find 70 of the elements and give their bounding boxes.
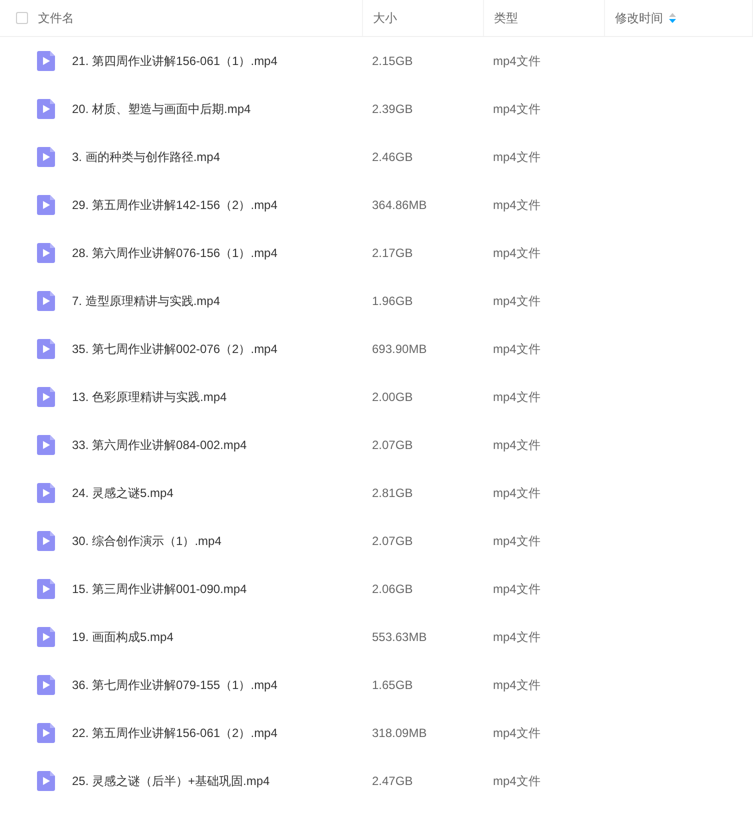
file-size: 1.96GB bbox=[371, 294, 413, 308]
file-type: mp4文件 bbox=[492, 54, 540, 68]
file-name[interactable]: 35. 第七周作业讲解002-076（2）.mp4 bbox=[72, 340, 278, 358]
file-type: mp4文件 bbox=[492, 438, 540, 452]
video-file-icon bbox=[37, 723, 55, 743]
video-file-icon bbox=[37, 531, 55, 551]
file-size: 693.90MB bbox=[371, 342, 427, 356]
file-type: mp4文件 bbox=[492, 726, 540, 740]
file-size: 1.65GB bbox=[371, 678, 413, 692]
file-name[interactable]: 28. 第六周作业讲解076-156（1）.mp4 bbox=[72, 244, 278, 262]
column-header[interactable]: 类型 bbox=[494, 10, 518, 26]
file-type: mp4文件 bbox=[492, 102, 540, 116]
file-type: mp4文件 bbox=[492, 342, 540, 356]
select-all-checkbox[interactable] bbox=[16, 12, 28, 24]
file-type: mp4文件 bbox=[492, 150, 540, 164]
file-name[interactable]: 29. 第五周作业讲解142-156（2）.mp4 bbox=[72, 196, 278, 214]
file-type: mp4文件 bbox=[492, 630, 540, 644]
file-size: 2.07GB bbox=[371, 438, 413, 452]
video-file-icon bbox=[37, 387, 55, 407]
file-size: 2.07GB bbox=[371, 534, 413, 548]
video-file-icon bbox=[37, 771, 55, 791]
video-file-icon bbox=[37, 99, 55, 119]
file-size: 2.47GB bbox=[371, 774, 413, 788]
file-type: mp4文件 bbox=[492, 294, 540, 308]
video-file-icon bbox=[37, 51, 55, 71]
file-name[interactable]: 22. 第五周作业讲解156-061（2）.mp4 bbox=[72, 724, 278, 742]
file-name[interactable]: 36. 第七周作业讲解079-155（1）.mp4 bbox=[72, 676, 278, 694]
video-file-icon bbox=[37, 291, 55, 311]
sort-icon[interactable] bbox=[669, 13, 676, 23]
file-type: mp4文件 bbox=[492, 678, 540, 692]
video-file-icon bbox=[37, 147, 55, 167]
video-file-icon bbox=[37, 579, 55, 599]
file-size: 2.17GB bbox=[371, 246, 413, 260]
file-name[interactable]: 3. 画的种类与创作路径.mp4 bbox=[72, 148, 220, 166]
file-name[interactable]: 19. 画面构成5.mp4 bbox=[72, 628, 174, 646]
file-name[interactable]: 15. 第三周作业讲解001-090.mp4 bbox=[72, 580, 247, 598]
file-size: 364.86MB bbox=[371, 198, 427, 212]
file-type: mp4文件 bbox=[492, 246, 540, 260]
video-file-icon bbox=[37, 339, 55, 359]
column-header[interactable]: 修改时间 bbox=[615, 10, 663, 26]
file-name[interactable]: 13. 色彩原理精讲与实践.mp4 bbox=[72, 388, 227, 406]
file-name[interactable]: 20. 材质、塑造与画面中后期.mp4 bbox=[72, 100, 251, 118]
file-name[interactable]: 7. 造型原理精讲与实践.mp4 bbox=[72, 292, 220, 310]
file-type: mp4文件 bbox=[492, 774, 540, 788]
file-type: mp4文件 bbox=[492, 534, 540, 548]
file-name[interactable]: 30. 综合创作演示（1）.mp4 bbox=[72, 532, 222, 550]
file-type: mp4文件 bbox=[492, 582, 540, 596]
video-file-icon bbox=[37, 243, 55, 263]
file-name[interactable]: 25. 灵感之谜（后半）+基础巩固.mp4 bbox=[72, 772, 270, 790]
video-file-icon bbox=[37, 675, 55, 695]
file-size: 2.15GB bbox=[371, 54, 413, 68]
video-file-icon bbox=[37, 627, 55, 647]
file-size: 2.00GB bbox=[371, 390, 413, 404]
file-type: mp4文件 bbox=[492, 486, 540, 500]
file-size: 553.63MB bbox=[371, 630, 427, 644]
column-header[interactable]: 大小 bbox=[373, 10, 397, 26]
file-size: 2.39GB bbox=[371, 102, 413, 116]
video-file-icon bbox=[37, 435, 55, 455]
file-type: mp4文件 bbox=[492, 390, 540, 404]
file-size: 2.81GB bbox=[371, 486, 413, 500]
file-size: 318.09MB bbox=[371, 726, 427, 740]
video-file-icon bbox=[37, 195, 55, 215]
file-size: 2.06GB bbox=[371, 582, 413, 596]
file-name[interactable]: 24. 灵感之谜5.mp4 bbox=[72, 484, 174, 502]
file-type: mp4文件 bbox=[492, 198, 540, 212]
file-size: 2.46GB bbox=[371, 150, 413, 164]
file-name[interactable]: 21. 第四周作业讲解156-061（1）.mp4 bbox=[72, 52, 278, 70]
column-header[interactable]: 文件名 bbox=[38, 10, 74, 26]
video-file-icon bbox=[37, 483, 55, 503]
file-name[interactable]: 33. 第六周作业讲解084-002.mp4 bbox=[72, 436, 247, 454]
